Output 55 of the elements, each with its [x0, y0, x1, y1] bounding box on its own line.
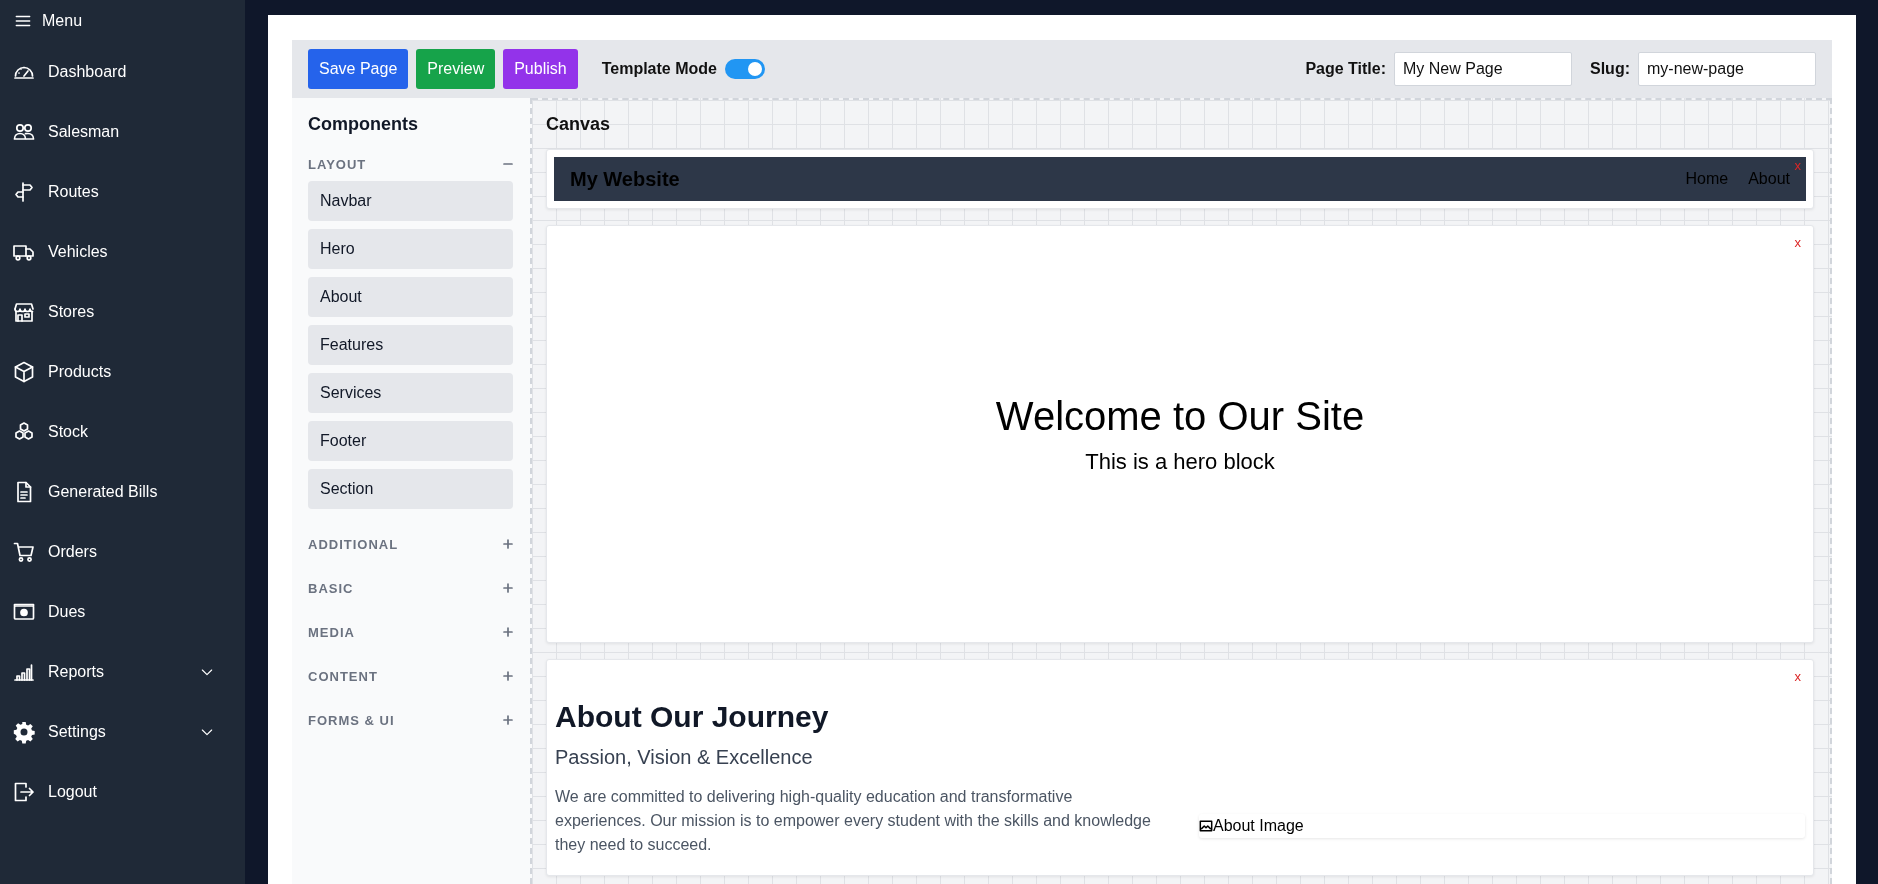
cart-icon	[12, 540, 36, 564]
sidebar-item[interactable]: Settings	[0, 702, 245, 762]
navbar-brand: My Website	[570, 167, 680, 191]
sidebar-item[interactable]: Dashboard	[0, 42, 245, 102]
remove-block-button[interactable]: x	[1794, 236, 1801, 249]
about-subheading: Passion, Vision & Excellence	[555, 746, 814, 769]
category-header[interactable]: LAYOUT	[308, 155, 513, 173]
sidebar-item[interactable]: Orders	[0, 522, 245, 582]
category-header[interactable]: FORMS & UI	[308, 711, 513, 729]
sidebar-item[interactable]: Stock	[0, 402, 245, 462]
component-item[interactable]: Navbar	[308, 181, 513, 221]
hero-heading: Welcome to Our Site	[995, 393, 1365, 439]
panel-title: Components	[308, 114, 419, 135]
sidebar-item[interactable]: Logout	[0, 762, 245, 822]
component-item[interactable]: Features	[308, 325, 513, 365]
logout-icon	[12, 780, 36, 804]
sidebar-item[interactable]: Dues	[0, 582, 245, 642]
cube-icon	[12, 360, 36, 384]
sidebar-item[interactable]: Stores	[0, 282, 245, 342]
canvas-block[interactable]	[546, 659, 1814, 876]
about-heading: About Our Journey	[555, 700, 830, 734]
sidebar-item[interactable]: Salesman	[0, 102, 245, 162]
component-item[interactable]: Section	[308, 469, 513, 509]
component-item[interactable]: Footer	[308, 421, 513, 461]
page-title-field[interactable]: My New Page	[1394, 52, 1572, 86]
category-header[interactable]: MEDIA	[308, 623, 513, 641]
sidebar-item[interactable]: Routes	[0, 162, 245, 222]
toolbar-button[interactable]: Publish	[503, 49, 578, 89]
remove-block-button[interactable]: x	[1794, 670, 1801, 683]
category-header[interactable]: ADDITIONAL	[308, 535, 513, 553]
canvas-block[interactable]: Welcome to Our Site This is a hero block x	[546, 225, 1814, 643]
storefront-icon	[12, 300, 36, 324]
menu-button[interactable]: Menu	[0, 0, 97, 42]
sidebar-item[interactable]: Products	[0, 342, 245, 402]
component-item[interactable]: Hero	[308, 229, 513, 269]
canvas-title: Canvas	[546, 114, 612, 135]
hero-subheading: This is a hero block	[1085, 448, 1275, 475]
component-item[interactable]: About	[308, 277, 513, 317]
signpost-icon	[12, 180, 36, 204]
toolbar-button[interactable]: Save Page	[308, 49, 409, 89]
template-mode-toggle[interactable]	[724, 59, 765, 79]
slug-label: Slug:	[1590, 60, 1630, 78]
broken-image-icon	[1199, 819, 1213, 833]
slug-field[interactable]: my-new-page	[1638, 52, 1816, 86]
sidebar-item[interactable]: Vehicles	[0, 222, 245, 282]
gear-icon	[12, 720, 36, 744]
sidebar-item[interactable]: Reports	[0, 642, 245, 702]
image-alt-text: About Image	[1213, 817, 1304, 835]
template-mode-label: Template Mode	[601, 60, 717, 78]
sidebar-item[interactable]: Generated Bills	[0, 462, 245, 522]
category-header[interactable]: CONTENT	[308, 667, 513, 685]
category-header[interactable]: BASIC	[308, 579, 513, 597]
page-title-label: Page Title:	[1305, 60, 1386, 78]
component-item[interactable]: Services	[308, 373, 513, 413]
about-paragraph: We are committed to delivering high-quality education and transformative experiences. Our mission is to empower every student with the skills and knowledge they need to succeed.	[555, 787, 1152, 855]
